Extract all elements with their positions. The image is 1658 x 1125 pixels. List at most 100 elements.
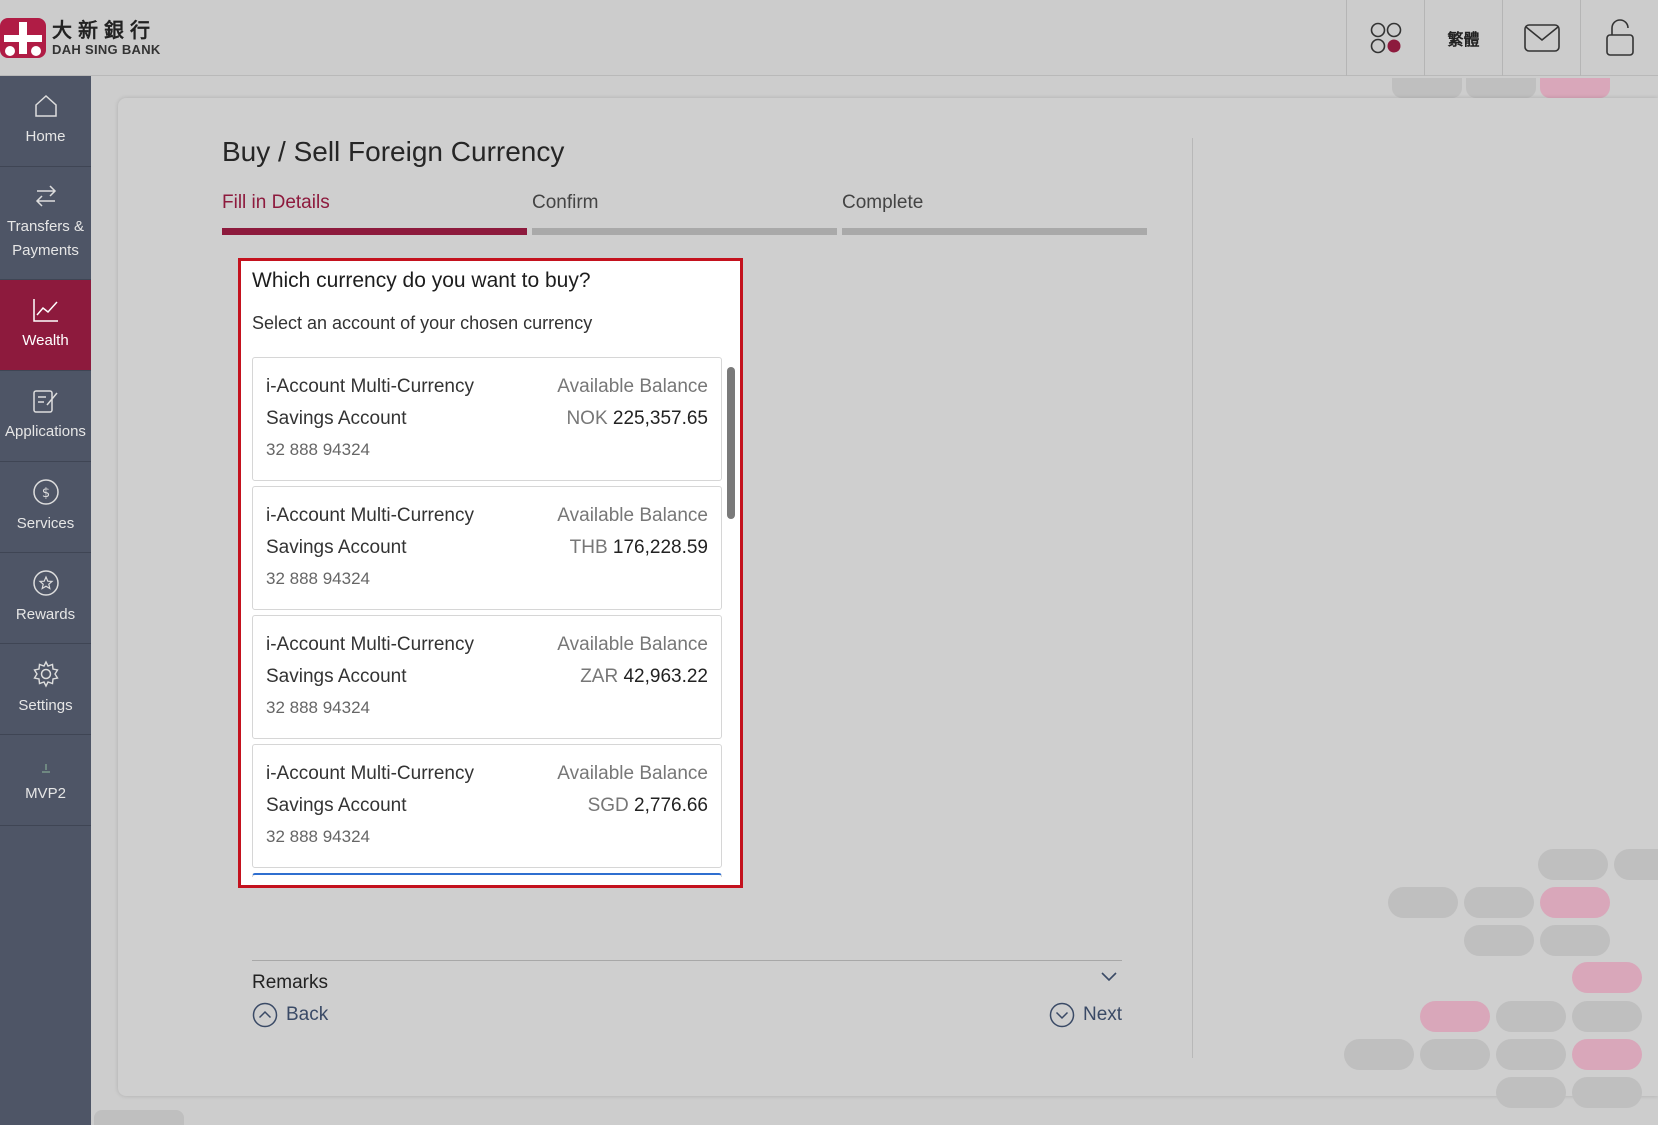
sidebar-item-transfers[interactable]: Transfers & Payments bbox=[0, 167, 91, 280]
balance-currency: ZAR bbox=[580, 666, 619, 687]
upload-icon bbox=[41, 764, 50, 773]
step-label: Confirm bbox=[532, 192, 599, 213]
balance-currency: THB bbox=[569, 537, 608, 558]
decor-pill bbox=[1540, 887, 1610, 918]
mail-icon bbox=[1523, 24, 1560, 52]
decor-pill bbox=[1496, 1077, 1566, 1108]
decor-pill bbox=[1420, 1001, 1490, 1032]
balance-amount: 2,776.66 bbox=[634, 795, 708, 816]
decor-pill bbox=[1572, 962, 1642, 993]
account-card-next[interactable] bbox=[252, 873, 722, 877]
bank-name-en: DAH SING BANK bbox=[52, 42, 161, 57]
account-name: i-Account Multi-Currency bbox=[266, 505, 474, 526]
remarks-toggle[interactable]: Remarks bbox=[252, 972, 328, 994]
page-title: Buy / Sell Foreign Currency bbox=[222, 136, 565, 167]
sidebar-item-label: Home bbox=[25, 128, 66, 145]
balance-amount: 176,228.59 bbox=[612, 537, 708, 558]
remarks-divider bbox=[252, 960, 1122, 961]
balance-label: Available Balance bbox=[557, 376, 708, 397]
decor-pill bbox=[1538, 849, 1608, 880]
account-number: 32 888 94324 bbox=[266, 827, 370, 846]
sidebar-item-wealth[interactable]: Wealth bbox=[0, 280, 91, 371]
balance-amount: 225,357.65 bbox=[612, 408, 708, 429]
step-complete: Complete bbox=[842, 192, 1147, 235]
sidebar-item-services[interactable]: $ Services bbox=[0, 462, 91, 553]
sidebar-item-settings[interactable]: Settings bbox=[0, 644, 91, 735]
account-type: Savings Account bbox=[266, 795, 407, 816]
account-card-sgd[interactable]: i-Account Multi-Currency Savings Account… bbox=[252, 744, 722, 868]
sidebar-item-label: MVP2 bbox=[25, 785, 66, 802]
column-divider bbox=[1192, 138, 1193, 1058]
balance-value: SGD 2,776.66 bbox=[588, 795, 708, 817]
sidebar-item-label: Rewards bbox=[15, 606, 76, 623]
sidebar-item-label: Transfers & Payments bbox=[7, 218, 84, 259]
chevron-down-icon[interactable] bbox=[1100, 970, 1118, 988]
account-list[interactable]: i-Account Multi-Currency Savings Account… bbox=[252, 357, 722, 877]
back-label: Back bbox=[286, 1004, 329, 1025]
decor-pill bbox=[1496, 1001, 1566, 1032]
sidebar-item-rewards[interactable]: Rewards bbox=[0, 553, 91, 644]
language-toggle[interactable]: 繁體 bbox=[1424, 0, 1502, 76]
chart-icon bbox=[32, 299, 58, 322]
home-icon bbox=[34, 94, 57, 117]
account-list-scrollbar[interactable] bbox=[723, 357, 737, 877]
transfer-icon bbox=[35, 185, 56, 207]
decor-pill bbox=[1496, 1039, 1566, 1070]
currency-question: Which currency do you want to buy? bbox=[252, 269, 591, 292]
sidebar-item-home[interactable]: Home bbox=[0, 76, 91, 167]
account-number: 32 888 94324 bbox=[266, 569, 370, 588]
edit-icon bbox=[32, 390, 58, 413]
account-number: 32 888 94324 bbox=[266, 698, 370, 717]
scrollbar-thumb[interactable] bbox=[727, 367, 735, 519]
inbox-button[interactable] bbox=[1502, 0, 1580, 76]
account-instruction: Select an account of your chosen currenc… bbox=[252, 313, 593, 333]
progress-steps: Fill in Details Confirm Complete bbox=[222, 192, 1152, 238]
account-type: Savings Account bbox=[266, 666, 407, 687]
step-label: Fill in Details bbox=[222, 192, 330, 213]
apps-icon bbox=[1370, 22, 1401, 54]
step-bar bbox=[222, 228, 527, 235]
decor-pill bbox=[1344, 1039, 1414, 1070]
account-card-zar[interactable]: i-Account Multi-Currency Savings Account… bbox=[252, 615, 722, 739]
bank-logo[interactable]: 大新銀行 DAH SING BANK bbox=[0, 18, 161, 58]
account-card-nok[interactable]: i-Account Multi-Currency Savings Account… bbox=[252, 357, 722, 481]
account-name: i-Account Multi-Currency bbox=[266, 763, 474, 784]
balance-value: NOK 225,357.65 bbox=[566, 408, 708, 430]
decor-pill bbox=[1572, 1001, 1642, 1032]
decor-pill bbox=[1388, 887, 1458, 918]
decor-pill bbox=[1572, 1039, 1642, 1070]
account-number: 32 888 94324 bbox=[266, 440, 370, 459]
sidebar: Home Transfers & Payments Wealth Applica… bbox=[0, 76, 91, 1125]
decor-pill bbox=[94, 1110, 184, 1125]
balance-value: ZAR 42,963.22 bbox=[580, 666, 708, 688]
chevron-up-circle-icon bbox=[252, 1002, 278, 1028]
apps-button[interactable] bbox=[1346, 0, 1424, 76]
balance-currency: SGD bbox=[587, 795, 629, 816]
sidebar-item-applications[interactable]: Applications bbox=[0, 371, 91, 462]
logout-button[interactable] bbox=[1580, 0, 1658, 76]
step-label: Complete bbox=[842, 192, 924, 213]
top-bar: 大新銀行 DAH SING BANK 繁體 bbox=[0, 0, 1658, 76]
sidebar-item-mvp2[interactable]: MVP2 bbox=[0, 735, 91, 826]
decor-pill bbox=[1392, 78, 1462, 98]
decor-pill bbox=[1464, 887, 1534, 918]
balance-label: Available Balance bbox=[557, 763, 708, 784]
bank-name-cn: 大新銀行 bbox=[52, 18, 156, 42]
sidebar-item-label: Applications bbox=[5, 423, 86, 440]
decor-pill bbox=[1614, 849, 1658, 880]
decor-pill bbox=[1464, 925, 1534, 956]
account-type: Savings Account bbox=[266, 408, 407, 429]
balance-value: THB 176,228.59 bbox=[570, 537, 708, 559]
account-card-thb[interactable]: i-Account Multi-Currency Savings Account… bbox=[252, 486, 722, 610]
currency-select-panel: Which currency do you want to buy? Selec… bbox=[238, 258, 743, 888]
decor-pill bbox=[1466, 78, 1536, 98]
unlock-icon bbox=[1605, 19, 1634, 56]
next-button[interactable]: Next bbox=[1049, 1002, 1122, 1028]
chevron-down-circle-icon bbox=[1049, 1002, 1075, 1028]
balance-label: Available Balance bbox=[557, 634, 708, 655]
dollar-icon: $ bbox=[32, 479, 59, 505]
back-button[interactable]: Back bbox=[252, 1002, 328, 1028]
account-type: Savings Account bbox=[266, 537, 407, 558]
step-confirm: Confirm bbox=[532, 192, 837, 235]
bank-logo-mark bbox=[0, 18, 46, 58]
